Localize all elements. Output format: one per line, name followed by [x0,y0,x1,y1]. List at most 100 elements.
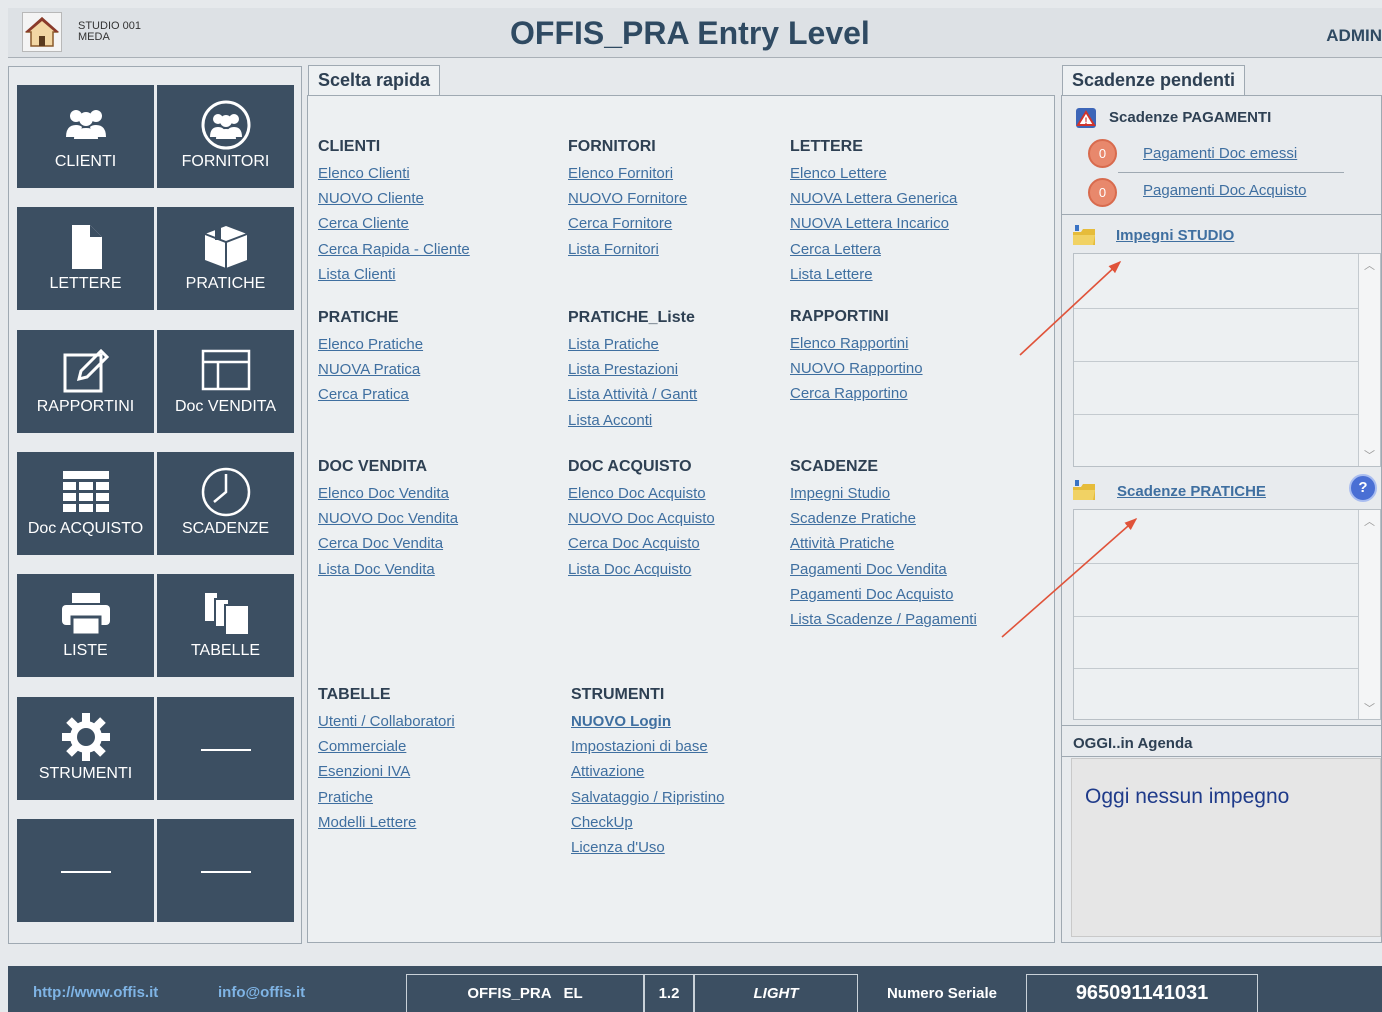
tile-empty[interactable] [157,697,294,800]
quick-link[interactable]: Impostazioni di base [571,734,724,759]
box-icon [157,225,294,269]
tile-empty[interactable] [17,819,154,922]
quick-link[interactable]: Lista Doc Acquisto [568,557,715,582]
quick-link[interactable]: Lista Acconti [568,408,697,433]
quick-link[interactable]: CheckUp [571,810,724,835]
pag-acquisto-count: 0 [1088,178,1117,207]
quick-link[interactable]: Impegni Studio [790,481,977,506]
quick-link[interactable]: Licenza d'Uso [571,835,724,860]
quick-link[interactable]: Elenco Fornitori [568,161,687,186]
quick-link[interactable]: Cerca Pratica [318,382,423,407]
tile-fornitori[interactable]: FORNITORI [157,85,294,188]
quick-link[interactable]: Salvataggio / Ripristino [571,785,724,810]
tab-scelta-rapida[interactable]: Scelta rapida [308,65,441,96]
quick-link[interactable]: Elenco Doc Acquisto [568,481,715,506]
quick-link[interactable]: Cerca Cliente [318,211,470,236]
quick-link[interactable]: NUOVA Lettera Generica [790,186,957,211]
email-link[interactable]: info@offis.it [218,984,305,1001]
tile-tabelle[interactable]: TABELLE [157,574,294,677]
quick-link[interactable]: Elenco Rapportini [790,331,923,356]
app-title: OFFIS_PRA Entry Level [510,15,870,51]
tile-doc-acquisto[interactable]: Doc ACQUISTO [17,452,154,555]
quick-link[interactable]: NUOVA Lettera Incarico [790,211,957,236]
pratiche-list[interactable]: ︿ ﹀ [1073,509,1381,720]
quick-link[interactable]: NUOVO Login [571,709,724,734]
quick-link[interactable]: Modelli Lettere [318,810,455,835]
tile-doc-vendita[interactable]: Doc VENDITA [157,330,294,433]
section-title-fornitori: FORNITORI [568,138,656,155]
quick-link[interactable]: Lista Prestazioni [568,357,697,382]
pag-acquisto-link[interactable]: Pagamenti Doc Acquisto [1143,182,1306,199]
tile-strumenti[interactable]: STRUMENTI [17,697,154,800]
tile-label: Doc VENDITA [174,398,277,415]
quick-link[interactable]: Pratiche [318,785,455,810]
tile-rapportini[interactable]: RAPPORTINI [17,330,154,433]
agenda-text: Oggi nessun impegno [1085,785,1290,808]
svg-text:!: ! [1085,116,1088,126]
pag-emessi-count: 0 [1088,139,1117,168]
quick-link[interactable]: Elenco Doc Vendita [318,481,458,506]
quick-link[interactable]: NUOVO Doc Vendita [318,506,458,531]
scroll-down-icon[interactable]: ﹀ [1359,447,1380,463]
quick-link[interactable]: Pagamenti Doc Acquisto [790,582,977,607]
quick-link[interactable]: Cerca Rapportino [790,381,923,406]
quick-link[interactable]: Lista Attività / Gantt [568,382,697,407]
tile-clienti[interactable]: CLIENTI [17,85,154,188]
quick-link[interactable]: NUOVO Doc Acquisto [568,506,715,531]
tile-pratiche[interactable]: PRATICHE [157,207,294,310]
quick-link[interactable]: Lista Fornitori [568,237,687,262]
quick-link[interactable]: NUOVO Cliente [318,186,470,211]
impegni-list[interactable]: ︿ ﹀ [1073,253,1381,467]
quick-link[interactable]: NUOVA Pratica [318,357,423,382]
quick-link[interactable]: Scadenze Pratiche [790,506,977,531]
quick-link[interactable]: Attivazione [571,759,724,784]
quick-link[interactable]: Cerca Lettera [790,237,957,262]
app-window: STUDIO 001 MEDA OFFIS_PRA Entry Level AD… [0,0,1382,1012]
scroll-up-icon[interactable]: ︿ [1359,513,1380,529]
scroll-down-icon[interactable]: ﹀ [1359,700,1380,716]
help-icon[interactable]: ? [1349,474,1377,502]
home-icon[interactable] [22,12,62,52]
quick-link[interactable]: Lista Doc Vendita [318,557,458,582]
quick-link[interactable]: Attività Pratiche [790,531,977,556]
website-link[interactable]: http://www.offis.it [33,984,158,1001]
quick-link[interactable]: Cerca Rapida - Cliente [318,237,470,262]
quick-link[interactable]: Utenti / Collaboratori [318,709,455,734]
quick-link[interactable]: NUOVO Fornitore [568,186,687,211]
impegni-studio-link[interactable]: Impegni STUDIO [1116,227,1234,244]
gear-icon [17,713,154,761]
link-list-fornitori: Elenco Fornitori NUOVO Fornitore Cerca For… [568,161,687,262]
quick-link[interactable]: Lista Pratiche [568,332,697,357]
pratiche-scrollbar[interactable]: ︿ ﹀ [1358,510,1380,719]
link-list-doc-acquisto: Elenco Doc Acquisto NUOVO Doc Acquisto Cer… [568,481,715,582]
quick-link[interactable]: Commerciale [318,734,455,759]
quick-link[interactable]: Pagamenti Doc Vendita [790,557,977,582]
quick-link[interactable]: Elenco Lettere [790,161,957,186]
quick-link[interactable]: Elenco Pratiche [318,332,423,357]
link-list-lettere: Elenco Lettere NUOVA Lettera Generica NUOV… [790,161,957,287]
tab-scadenze-pendenti[interactable]: Scadenze pendenti [1062,65,1246,96]
tile-liste[interactable]: LISTE [17,574,154,677]
scroll-up-icon[interactable]: ︿ [1359,257,1380,273]
folder-icon [1071,223,1097,247]
tile-empty[interactable] [157,819,294,922]
impegni-scrollbar[interactable]: ︿ ﹀ [1358,254,1380,466]
section-title-strumenti: STRUMENTI [571,686,665,703]
scadenze-pratiche-link[interactable]: Scadenze PRATICHE [1117,483,1266,500]
quick-link[interactable]: Lista Clienti [318,262,470,287]
link-list-scadenze: Impegni Studio Scadenze Pratiche Attività … [790,481,977,632]
section-title-lettere: LETTERE [790,138,863,155]
quick-link[interactable]: Elenco Clienti [318,161,470,186]
tile-label: CLIENTI [54,153,117,170]
quick-link[interactable]: Cerca Fornitore [568,211,687,236]
pag-emessi-link[interactable]: Pagamenti Doc emessi [1143,145,1297,162]
quick-link[interactable]: Esenzioni IVA [318,759,455,784]
tile-scadenze[interactable]: SCADENZE [157,452,294,555]
section-title-pratiche-liste: PRATICHE_Liste [568,309,695,326]
quick-link[interactable]: NUOVO Rapportino [790,356,923,381]
quick-link[interactable]: Lista Scadenze / Pagamenti [790,607,977,632]
quick-link[interactable]: Cerca Doc Vendita [318,531,458,556]
tile-lettere[interactable]: LETTERE [17,207,154,310]
quick-link[interactable]: Lista Lettere [790,262,957,287]
quick-link[interactable]: Cerca Doc Acquisto [568,531,715,556]
